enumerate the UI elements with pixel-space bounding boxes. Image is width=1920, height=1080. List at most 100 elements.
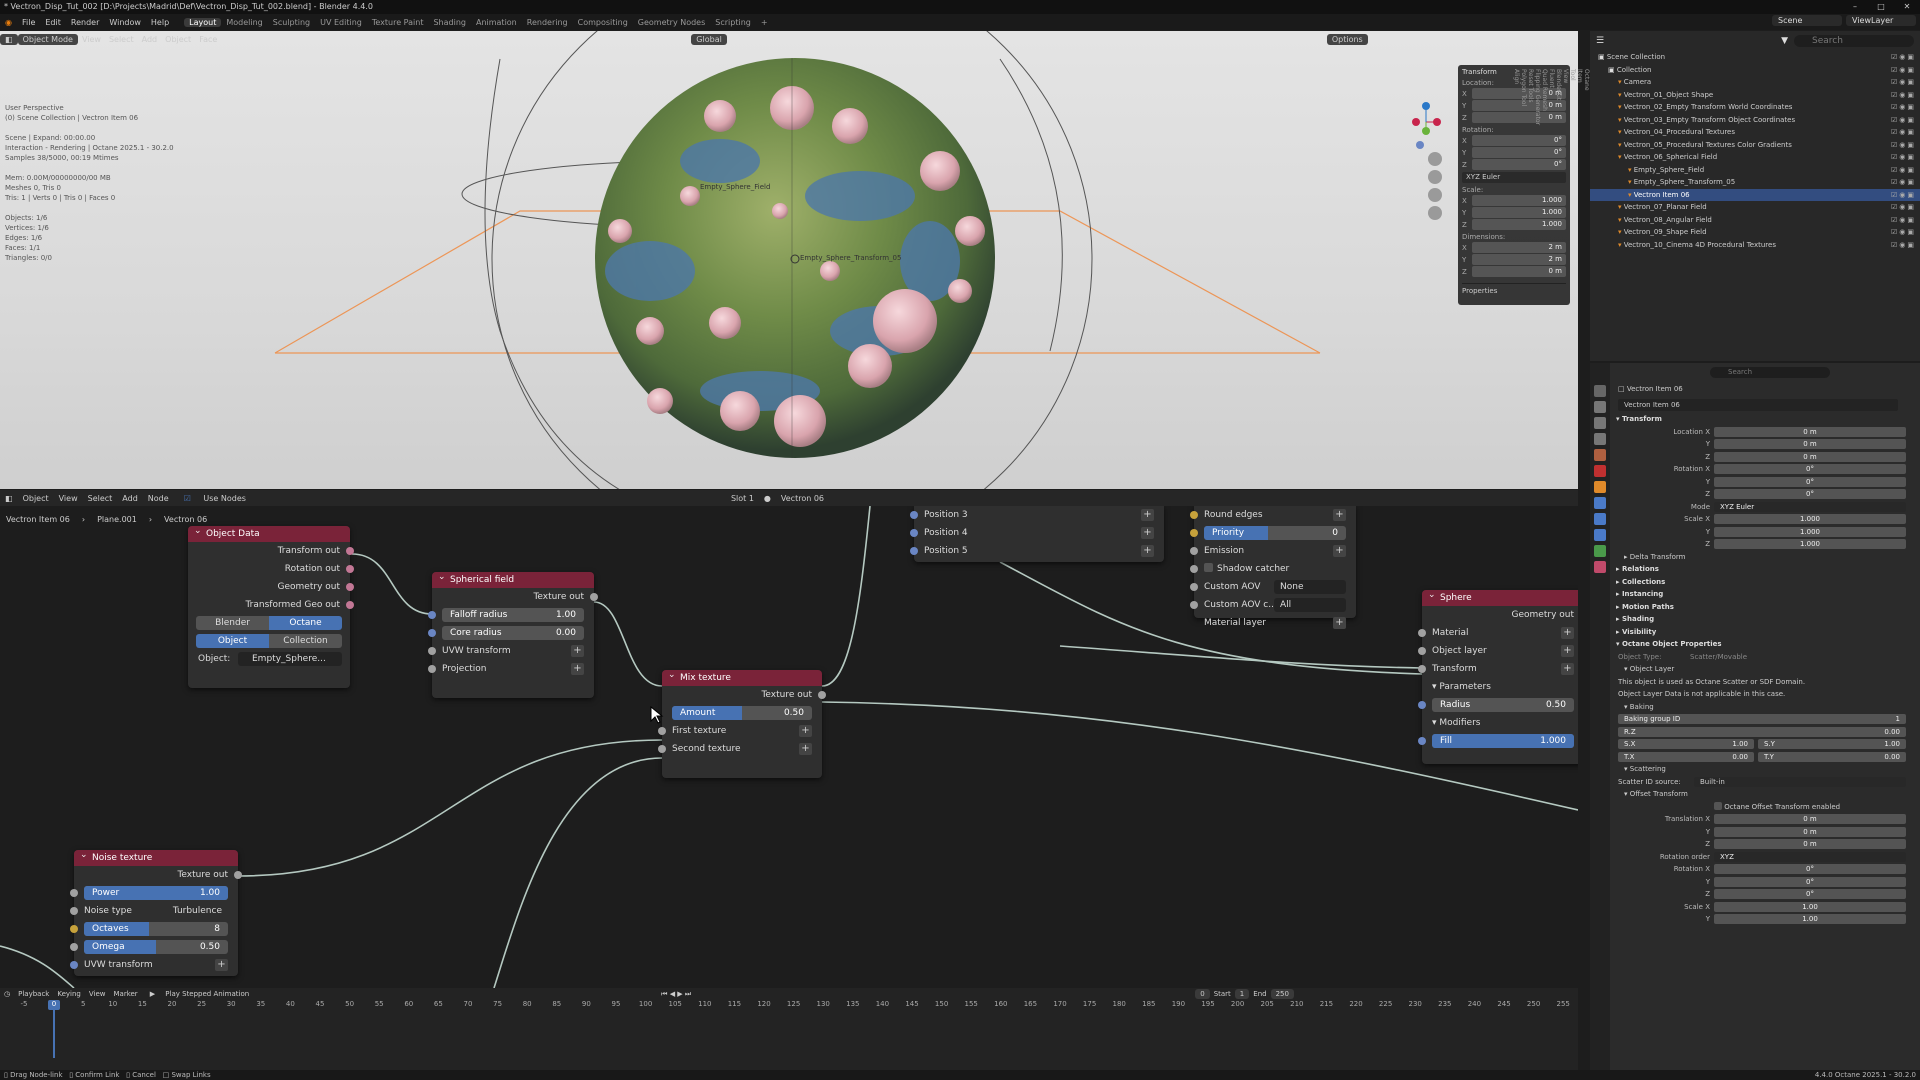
visibility-toggles-icon[interactable]: ☑◉▣	[1891, 114, 1916, 127]
breadcrumb-object[interactable]: Vectron Item 06	[0, 515, 76, 524]
scale-x-field[interactable]: 1.000	[1714, 514, 1906, 524]
position-4-socket[interactable]: Position 4 +	[914, 524, 1164, 542]
shading-panel[interactable]: ▸ Shading	[1610, 613, 1920, 626]
socket-icon[interactable]	[346, 601, 354, 609]
translation-z-field[interactable]: 0 m	[1714, 839, 1906, 849]
viewport-menu-select[interactable]: Select	[105, 35, 138, 44]
offset-transform-panel[interactable]: ▾ Offset Transform	[1610, 788, 1920, 801]
outliner-row[interactable]: ▾ Vectron_05_Procedural Textures Color G…	[1590, 139, 1920, 152]
socket-icon[interactable]	[1190, 583, 1198, 591]
menu-render[interactable]: Render	[66, 18, 104, 27]
material-socket[interactable]: Material +	[1422, 624, 1578, 642]
custom-aov-dropdown[interactable]: None	[1274, 580, 1346, 594]
workspace-tab-sculpting[interactable]: Sculpting	[268, 18, 315, 27]
add-icon[interactable]: +	[799, 743, 812, 755]
outliner-row[interactable]: ▾ Camera ☑◉▣	[1590, 76, 1920, 89]
close-icon[interactable]: ✕	[1894, 0, 1920, 14]
socket-icon[interactable]	[1190, 511, 1198, 519]
minimize-icon[interactable]: –	[1842, 0, 1868, 14]
baking-panel[interactable]: ▾ Baking	[1610, 701, 1920, 714]
location-x-field[interactable]: 0 m	[1714, 426, 1906, 437]
particles-tab-icon[interactable]	[1594, 513, 1606, 525]
socket-icon[interactable]	[346, 583, 354, 591]
viewport-menu-object[interactable]: Object	[161, 35, 195, 44]
properties-editor[interactable]: Search □ Vectron Item 06 Vectron Item 06…	[1590, 363, 1920, 1070]
menu-edit[interactable]: Edit	[40, 18, 66, 27]
workspace-tab-scripting[interactable]: Scripting	[710, 18, 756, 27]
tool-tab-icon[interactable]	[1594, 385, 1606, 397]
projection-socket[interactable]: Projection +	[432, 660, 594, 678]
socket-icon[interactable]	[70, 943, 78, 951]
transformed-geo-out-socket[interactable]: Transformed Geo out	[188, 596, 350, 614]
socket-icon[interactable]	[910, 511, 918, 519]
instancing-panel[interactable]: ▸ Instancing	[1610, 588, 1920, 601]
scattering-panel[interactable]: ▾ Scattering	[1610, 763, 1920, 776]
baking-group-field[interactable]: Baking group ID 1	[1618, 714, 1906, 724]
socket-icon[interactable]	[910, 547, 918, 555]
material-slot-selector[interactable]: Slot 1	[726, 494, 759, 503]
noise-type-dropdown[interactable]: Turbulence	[167, 904, 228, 918]
workspace-tab-shading[interactable]: Shading	[428, 18, 471, 27]
position-3-socket[interactable]: Position 3 +	[914, 506, 1164, 524]
socket-icon[interactable]	[70, 961, 78, 969]
editor-type-icon[interactable]: ◧	[0, 494, 18, 503]
socket-icon[interactable]	[910, 529, 918, 537]
translation-y-field[interactable]: 0 m	[1714, 826, 1906, 837]
radius-field[interactable]: Radius 0.50	[1422, 696, 1578, 714]
offset-scale-x-field[interactable]: 1.00	[1714, 901, 1906, 912]
node-menu-view[interactable]: View	[54, 494, 83, 503]
socket-icon[interactable]	[346, 547, 354, 555]
add-icon[interactable]: +	[1141, 545, 1154, 557]
add-workspace-icon[interactable]: +	[756, 18, 773, 27]
socket-icon[interactable]	[1418, 701, 1426, 709]
scale-z-field[interactable]: 1.000	[1714, 539, 1906, 549]
offset-rotation-y-field[interactable]: 0°	[1714, 876, 1906, 887]
transform-panel-header[interactable]: ▾ Transform	[1610, 413, 1920, 426]
geometry-out-socket[interactable]: Geometry out	[188, 578, 350, 596]
round-edges-socket[interactable]: Round edges +	[1194, 506, 1356, 524]
collections-panel[interactable]: ▸ Collections	[1610, 576, 1920, 589]
visibility-toggles-icon[interactable]: ☑◉▣	[1891, 226, 1916, 239]
visibility-toggles-icon[interactable]: ☑◉▣	[1891, 139, 1916, 152]
relations-panel[interactable]: ▸ Relations	[1610, 563, 1920, 576]
outliner-row[interactable]: ▾ Vectron_09_Shape Field ☑◉▣	[1590, 226, 1920, 239]
visibility-toggles-icon[interactable]: ☑◉▣	[1891, 176, 1916, 189]
position-5-socket[interactable]: Position 5 +	[914, 542, 1164, 560]
node-menu-add[interactable]: Add	[117, 494, 143, 503]
rotation-mode-dropdown[interactable]: XYZ Euler	[1714, 501, 1906, 512]
spherical-field-node[interactable]: Spherical field Texture out Falloff radi…	[428, 569, 598, 698]
outliner-row[interactable]: ▾ Vectron_07_Planar Field ☑◉▣	[1590, 201, 1920, 214]
material-tab-icon[interactable]	[1594, 561, 1606, 573]
start-frame-field[interactable]: 1	[1234, 989, 1250, 999]
add-icon[interactable]: +	[1333, 509, 1346, 521]
add-icon[interactable]: +	[799, 725, 812, 737]
octaves-slider[interactable]: Octaves 8	[74, 920, 238, 938]
core-radius-field[interactable]: Core radius 0.00	[432, 624, 594, 642]
object-picker-field[interactable]: Empty_Sphere...	[238, 652, 342, 666]
texture-out-socket[interactable]: Texture out	[662, 686, 822, 704]
outliner-row[interactable]: ▾ Vectron Item 06 ☑◉▣	[1590, 188, 1920, 201]
location-y-field[interactable]: 0 m	[1714, 439, 1906, 449]
noise-texture-node[interactable]: Noise texture Texture out Power 1.00 Nois…	[70, 847, 242, 976]
add-icon[interactable]: +	[571, 663, 584, 675]
sidebar-tab-view[interactable]: View	[1562, 65, 1569, 485]
offset-rotation-z-field[interactable]: 0°	[1714, 889, 1906, 899]
visibility-toggles-icon[interactable]: ☑◉▣	[1891, 51, 1916, 64]
blender-logo-icon[interactable]: ◉	[0, 18, 17, 27]
add-icon[interactable]: +	[1333, 545, 1346, 557]
first-texture-socket[interactable]: First texture +	[662, 722, 822, 740]
material-layer-socket[interactable]: Material layer +	[1194, 614, 1356, 632]
outliner-row[interactable]: ▾ Vectron_01_Object Shape ☑◉▣	[1590, 89, 1920, 102]
sidebar-tab-reset-tools[interactable]: Reset Tools	[1527, 65, 1534, 485]
timeline-menu-keying[interactable]: Keying	[53, 990, 85, 998]
fill-slider[interactable]: Fill 1.000	[1422, 732, 1578, 750]
outliner-row[interactable]: ▾ Vectron_02_Empty Transform World Coord…	[1590, 101, 1920, 114]
workspace-tab-compositing[interactable]: Compositing	[573, 18, 633, 27]
visibility-toggles-icon[interactable]: ☑◉▣	[1891, 101, 1916, 114]
visibility-toggles-icon[interactable]: ☑◉▣	[1891, 164, 1916, 177]
socket-icon[interactable]	[1190, 529, 1198, 537]
motion-paths-panel[interactable]: ▸ Motion Paths	[1610, 601, 1920, 614]
socket-icon[interactable]	[346, 565, 354, 573]
sy-field[interactable]: S.Y 1.00	[1758, 739, 1906, 749]
add-icon[interactable]: +	[1561, 627, 1574, 639]
